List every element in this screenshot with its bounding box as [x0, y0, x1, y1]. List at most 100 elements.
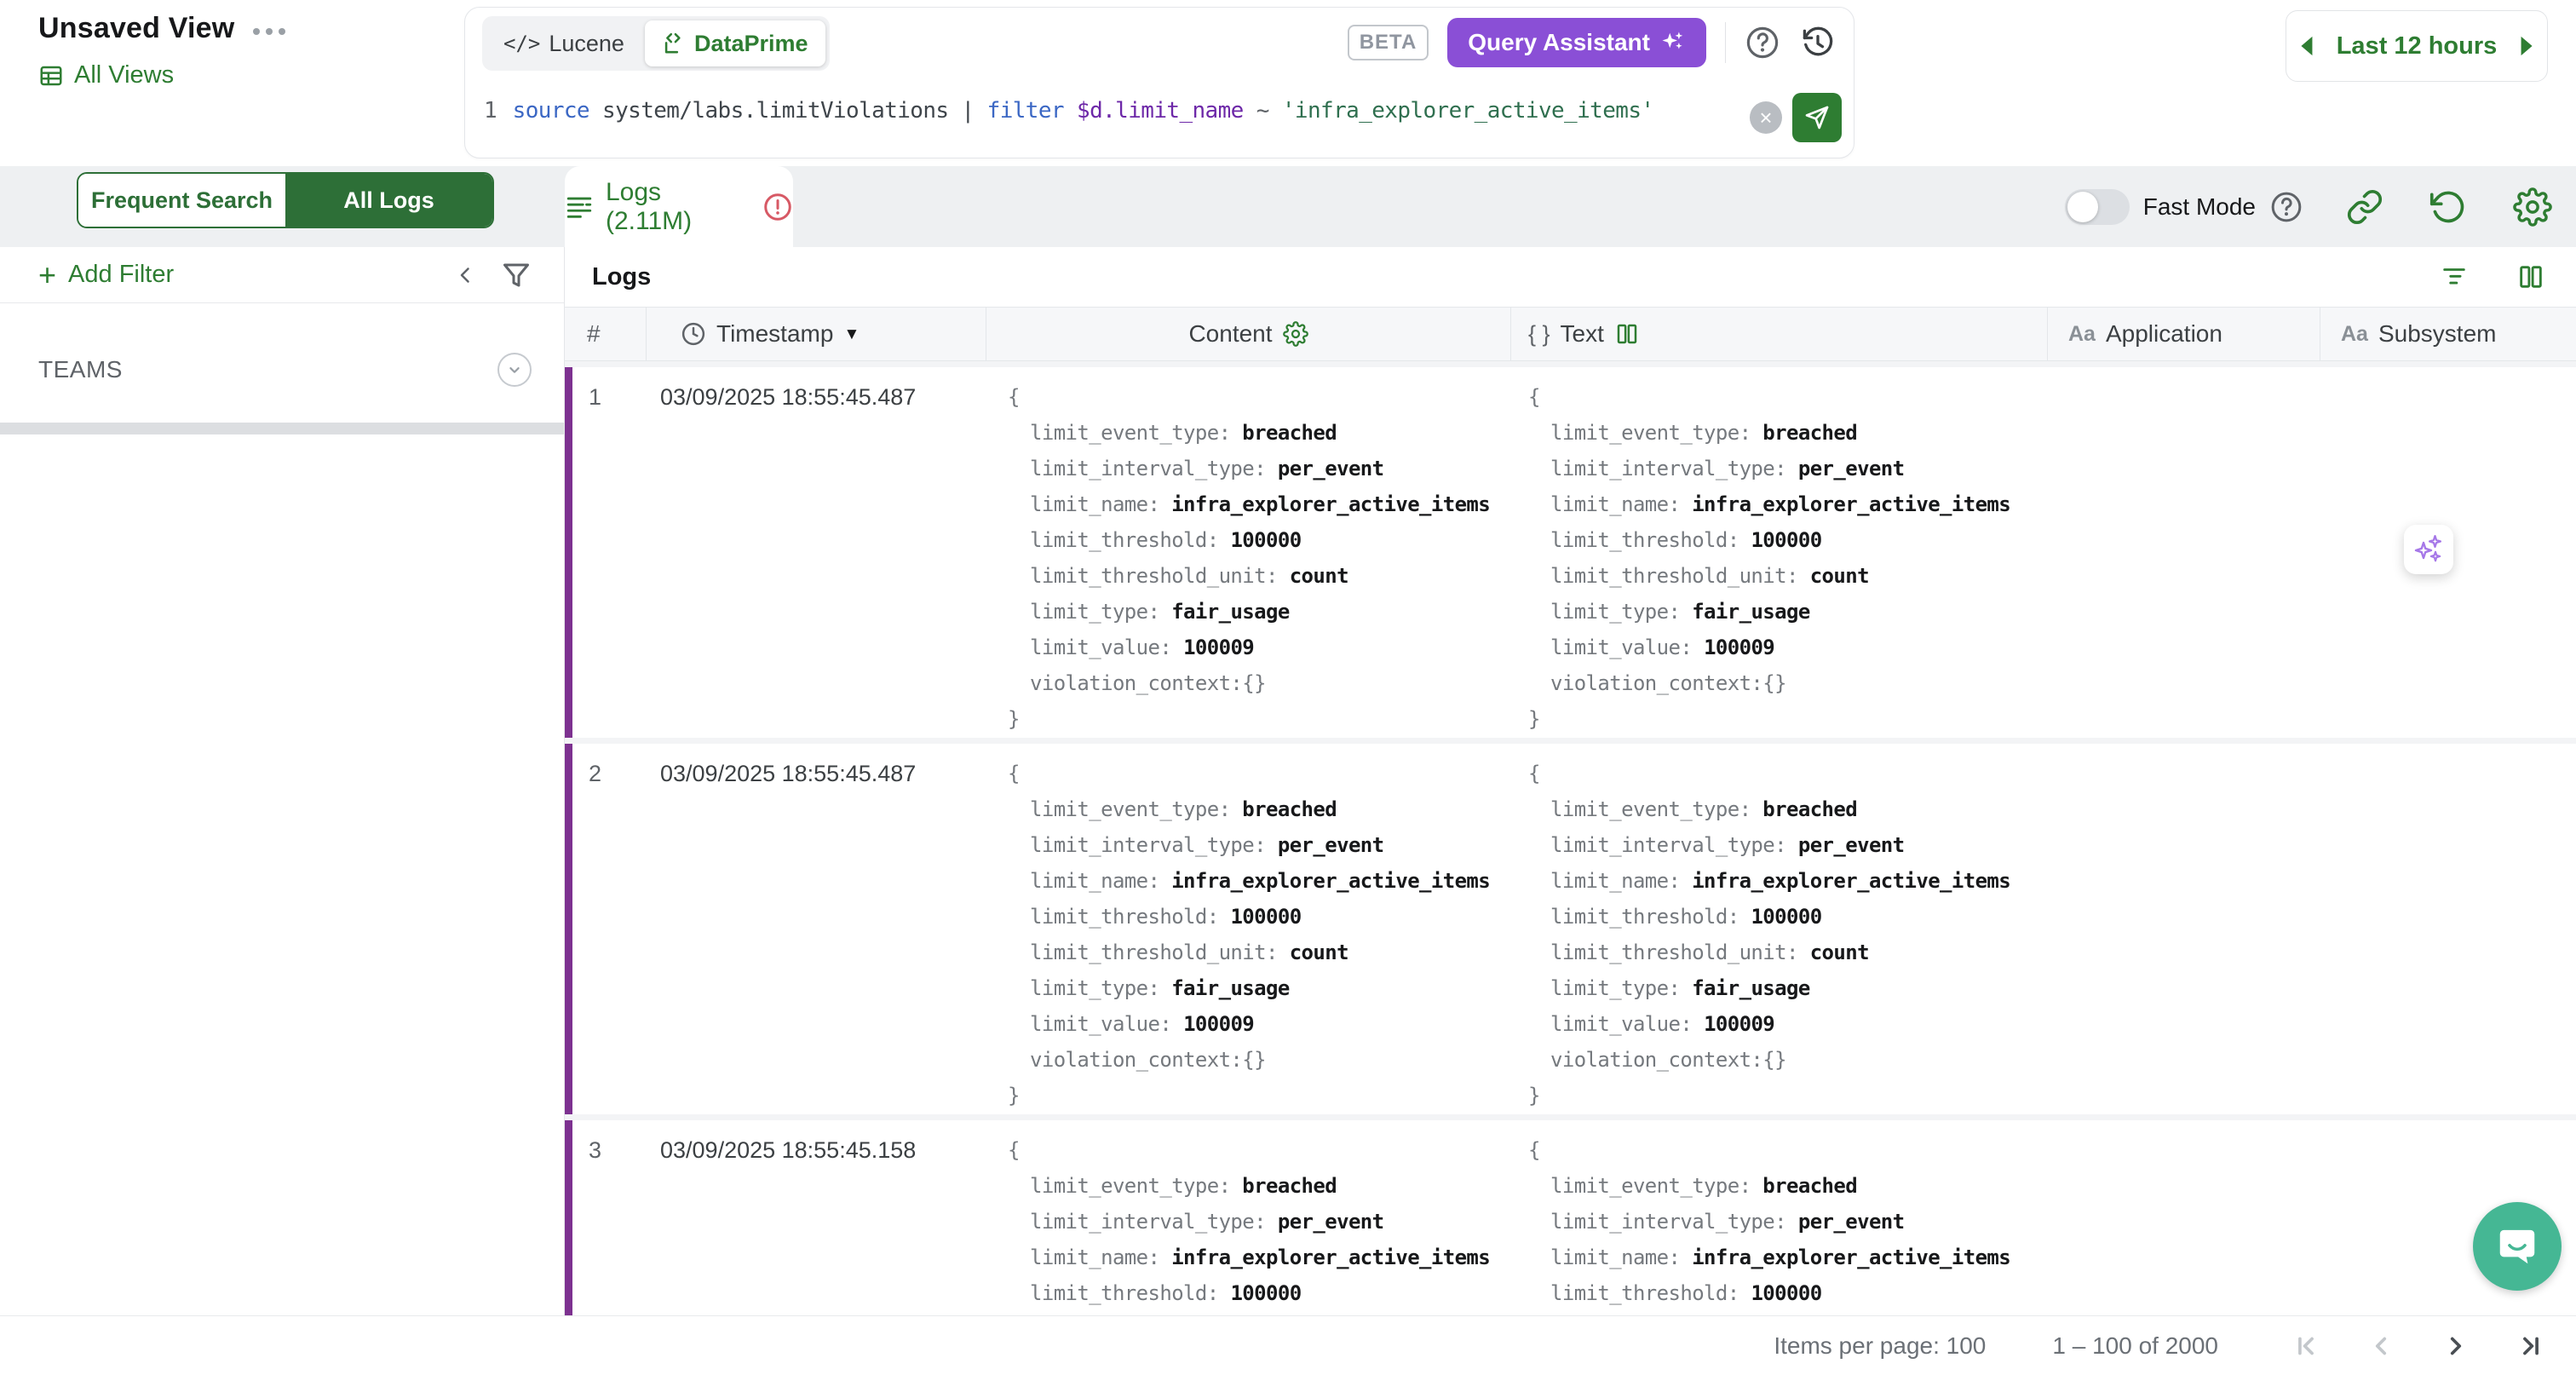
time-back-icon[interactable] [2297, 35, 2314, 57]
last-page-icon[interactable] [2516, 1332, 2545, 1361]
send-icon [1803, 104, 1831, 131]
next-page-icon[interactable] [2441, 1332, 2470, 1361]
log-json: {limit_event_type: breachedlimit_interva… [1528, 756, 2048, 1113]
json-key: limit_event_type: [1550, 797, 1751, 821]
column-header-application[interactable]: Aa Application [2048, 307, 2320, 361]
collapse-sidebar-icon[interactable] [453, 262, 479, 288]
time-forward-icon[interactable] [2519, 35, 2536, 57]
query-input[interactable]: source system/labs.limitViolations | fil… [513, 96, 1654, 124]
frequent-search-tab[interactable]: Frequent Search [78, 174, 285, 227]
json-key: limit_interval_type: [1030, 833, 1266, 857]
all-logs-tab[interactable]: All Logs [285, 174, 492, 227]
json-key: limit_threshold_unit: [1550, 564, 1798, 588]
json-field: limit_name: infra_explorer_active_items [1008, 1240, 1511, 1275]
logs-main: Logs # Timestamp ▼ [565, 247, 2576, 1315]
json-field: limit_threshold_unit: count [1528, 558, 2048, 594]
query-assistant-button[interactable]: Query Assistant [1447, 18, 1706, 67]
column-header-timestamp[interactable]: Timestamp ▼ [647, 307, 986, 361]
code-icon: </> [503, 32, 540, 55]
all-views-link[interactable]: All Views [38, 61, 174, 89]
json-value: fair_usage [1692, 600, 1810, 624]
lucene-label: Lucene [549, 31, 624, 57]
json-value: per_event [1798, 1210, 1905, 1234]
json-value: 100009 [1183, 1012, 1254, 1036]
json-field: limit_value: 100009 [1008, 630, 1511, 665]
share-link-icon[interactable] [2346, 188, 2383, 226]
json-value: 100009 [1183, 636, 1254, 659]
json-key: limit_threshold: [1030, 1281, 1219, 1305]
json-field: limit_interval_type: per_event [1528, 1204, 2048, 1240]
columns-layout-icon[interactable] [2516, 262, 2545, 291]
first-page-icon[interactable] [2291, 1332, 2320, 1361]
clear-query-icon[interactable]: × [1750, 101, 1782, 134]
json-field: limit_threshold: 100000 [1528, 522, 2048, 558]
json-value: {} [1242, 671, 1266, 695]
view-options-icon[interactable] [253, 23, 285, 35]
fast-mode-help-icon[interactable] [2269, 190, 2303, 224]
query-token: ~ [1256, 98, 1282, 124]
json-field: limit_type: fair_usage [1528, 594, 2048, 630]
json-open-brace: { [1528, 756, 2048, 791]
previous-page-icon[interactable] [2366, 1332, 2395, 1361]
row-density-icon[interactable] [2440, 262, 2469, 291]
fast-mode-toggle[interactable] [2065, 189, 2130, 225]
ai-assist-button[interactable] [2404, 525, 2453, 574]
logs-count-tab[interactable]: Logs (2.11M) [565, 166, 793, 247]
column-header-text[interactable]: { } Text [1511, 307, 2048, 361]
sort-desc-icon[interactable]: ▼ [843, 324, 860, 344]
log-json: {limit_event_type: breachedlimit_interva… [1008, 1132, 1511, 1315]
time-range-picker[interactable]: Last 12 hours [2286, 10, 2548, 82]
json-field: limit_event_type: breached [1008, 1168, 1511, 1204]
lucene-tab[interactable]: </> Lucene [486, 20, 641, 66]
json-value: breached [1242, 1174, 1337, 1198]
table-row[interactable]: 103/09/2025 18:55:45.487{limit_event_typ… [565, 367, 2576, 738]
json-braces-icon: { } [1528, 321, 1550, 348]
json-field: limit_name: infra_explorer_active_items [1528, 863, 2048, 899]
json-value: 100000 [1751, 905, 1821, 929]
query-history-icon[interactable] [1799, 24, 1837, 61]
logs-panel-title: Logs [592, 263, 651, 291]
json-key: limit_threshold: [1550, 905, 1739, 929]
json-value: 100000 [1230, 528, 1301, 552]
json-close-brace: } [1528, 701, 2048, 737]
column-header-content[interactable]: Content [986, 307, 1511, 361]
json-value: infra_explorer_active_items [1692, 1246, 2010, 1269]
content-settings-icon[interactable] [1283, 321, 1308, 347]
items-per-page-value: 100 [1946, 1332, 1987, 1359]
application-cell [2048, 367, 2320, 738]
clock-icon [681, 321, 706, 347]
json-key: limit_name: [1550, 1246, 1680, 1269]
items-per-page[interactable]: Items per page: 100 [1774, 1332, 1986, 1360]
dataprime-tab[interactable]: DataPrime [645, 20, 825, 66]
json-key: limit_threshold: [1550, 1281, 1739, 1305]
row-accent-bar [565, 744, 572, 1114]
add-filter-button[interactable]: + Add Filter [38, 261, 174, 289]
text-columns-icon[interactable] [1614, 321, 1640, 347]
json-field: limit_name: infra_explorer_active_items [1008, 486, 1511, 522]
chat-widget-button[interactable] [2473, 1202, 2562, 1291]
json-field: limit_type: fair_usage [1008, 594, 1511, 630]
json-value: fair_usage [1171, 976, 1290, 1000]
query-token: source [513, 98, 602, 124]
json-value: breached [1242, 797, 1337, 821]
table-header: # Timestamp ▼ Content { } Text [565, 307, 2576, 361]
table-row[interactable]: 203/09/2025 18:55:45.487{limit_event_typ… [565, 744, 2576, 1114]
filter-funnel-icon[interactable] [501, 260, 532, 291]
json-key: violation_context: [1030, 1048, 1242, 1072]
table-row[interactable]: 303/09/2025 18:55:45.158{limit_event_typ… [565, 1120, 2576, 1315]
json-field: limit_event_type: breached [1528, 415, 2048, 451]
application-cell [2048, 1120, 2320, 1315]
dataprime-label: DataPrime [694, 31, 808, 57]
column-header-num[interactable]: # [565, 307, 647, 361]
settings-gear-icon[interactable] [2513, 187, 2552, 227]
column-header-subsystem[interactable]: Aa Subsystem [2320, 307, 2576, 361]
json-field: limit_threshold: 100000 [1528, 1275, 2048, 1311]
run-query-button[interactable] [1792, 93, 1842, 142]
teams-expand-icon[interactable] [497, 353, 532, 387]
log-json: {limit_event_type: breachedlimit_interva… [1528, 379, 2048, 737]
reset-icon[interactable] [2429, 188, 2467, 226]
log-list-icon [565, 193, 594, 221]
json-value: fair_usage [1171, 600, 1290, 624]
query-help-icon[interactable] [1745, 25, 1780, 60]
add-filter-label: Add Filter [68, 261, 174, 289]
